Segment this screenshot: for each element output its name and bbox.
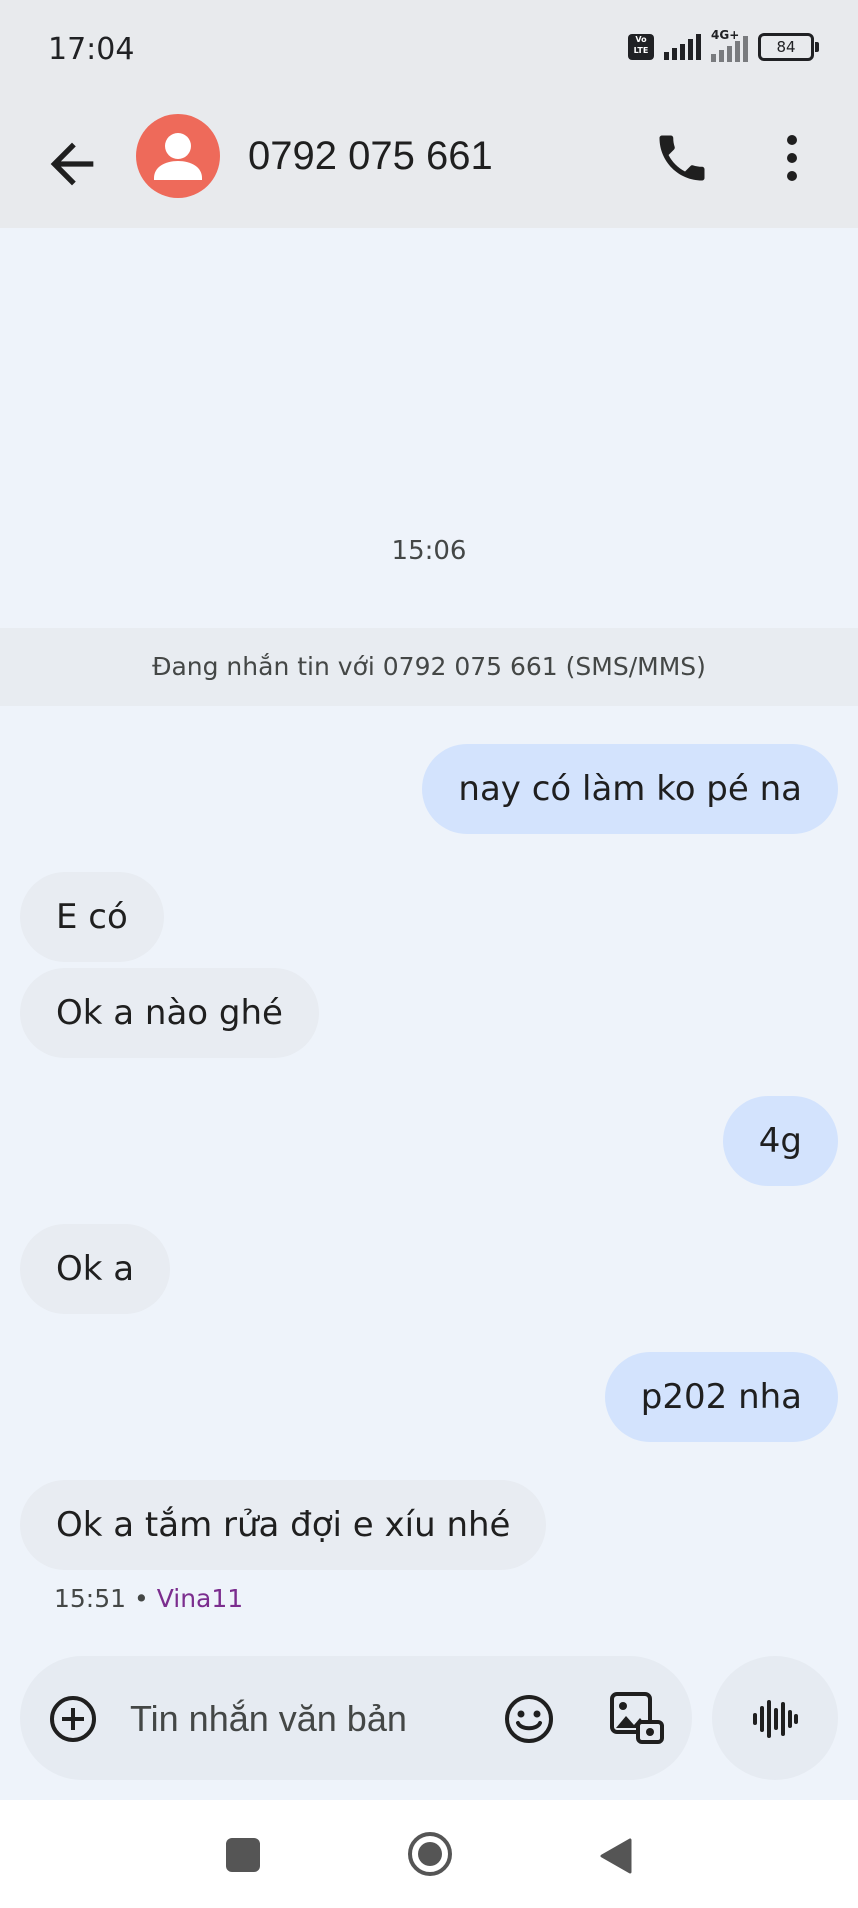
call-button[interactable]: [652, 128, 712, 188]
triangle-back-icon: [600, 1838, 632, 1874]
arrow-left-icon: [50, 142, 94, 186]
message-incoming[interactable]: Ok a: [20, 1224, 171, 1314]
status-icons: Vo LTE 4G+ 84: [628, 28, 819, 62]
message-incoming[interactable]: Ok a tắm rửa đợi e xíu nhé: [20, 1480, 547, 1570]
conversation-timestamp: 15:06: [391, 536, 467, 566]
meta-separator: •: [134, 1584, 149, 1613]
message-outgoing[interactable]: nay có làm ko pé na: [422, 744, 838, 834]
message-meta: 15:51 • Vina11: [54, 1584, 243, 1613]
more-options-button[interactable]: [768, 126, 816, 190]
status-bar: 17:04 Vo LTE 4G+ 84: [0, 0, 858, 100]
sms-banner: Đang nhắn tin với 0792 075 661 (SMS/MMS): [0, 628, 858, 706]
add-attachment-button[interactable]: [48, 1694, 98, 1744]
back-button[interactable]: [40, 132, 104, 196]
message-time: 15:51: [54, 1584, 127, 1613]
message-outgoing[interactable]: p202 nha: [604, 1352, 838, 1442]
emoji-button[interactable]: [502, 1692, 556, 1746]
message-outgoing[interactable]: 4g: [722, 1096, 838, 1186]
phone-icon: [659, 135, 705, 181]
status-time: 17:04: [48, 32, 135, 67]
system-nav-bar: [0, 1800, 858, 1908]
avatar[interactable]: [136, 114, 220, 198]
message-incoming[interactable]: Ok a nào ghé: [20, 968, 319, 1058]
sim-label: Vina11: [156, 1584, 244, 1613]
gallery-button[interactable]: [608, 1690, 666, 1748]
add-circle-icon: [50, 1696, 96, 1742]
recents-button[interactable]: [226, 1838, 260, 1872]
emoji-icon: [505, 1695, 553, 1743]
message-incoming[interactable]: E có: [20, 872, 164, 962]
gallery-icon: [610, 1692, 664, 1744]
network-icon: 4G+: [711, 28, 748, 62]
signal-icon: [664, 34, 701, 60]
battery-icon: 84: [758, 33, 819, 61]
home-button[interactable]: [406, 1830, 454, 1878]
volte-icon: Vo LTE: [628, 34, 654, 60]
composer: [20, 1656, 692, 1780]
message-input[interactable]: [128, 1686, 492, 1752]
system-back-button[interactable]: [598, 1836, 634, 1876]
person-icon: [154, 133, 202, 180]
home-circle-icon: [408, 1832, 452, 1876]
voice-message-button[interactable]: [712, 1656, 838, 1780]
waveform-icon: [753, 1700, 798, 1738]
contact-title[interactable]: 0792 075 661: [248, 134, 493, 179]
more-vert-icon: [787, 135, 797, 181]
